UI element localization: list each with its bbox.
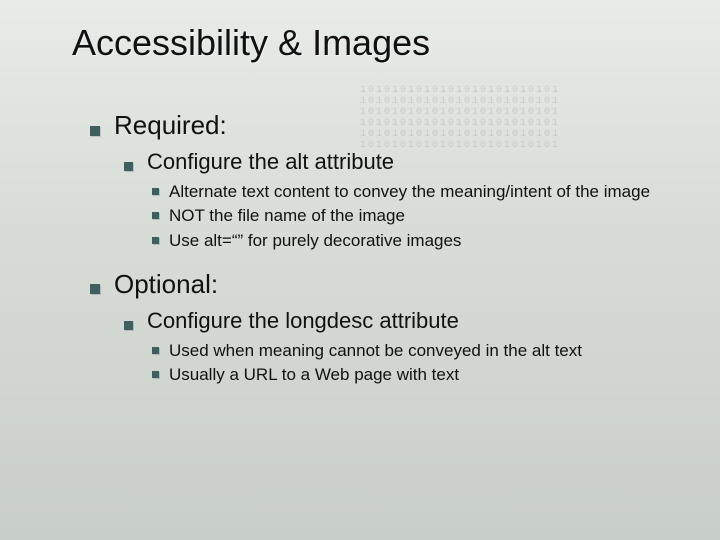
- point-text: Use alt=“” for purely decorative images: [169, 230, 684, 251]
- list-item: NOT the file name of the image: [152, 205, 684, 226]
- subsection-heading: Configure the longdesc attribute: [147, 308, 684, 334]
- list-item: Used when meaning cannot be conveyed in …: [152, 340, 684, 361]
- square-bullet-icon: [152, 237, 159, 244]
- list-item: Use alt=“” for purely decorative images: [152, 230, 684, 251]
- point-text: Used when meaning cannot be conveyed in …: [169, 340, 684, 361]
- subsection: Configure the longdesc attribute Used wh…: [124, 308, 684, 386]
- texture-line: 1010101010101010101010101: [360, 96, 560, 107]
- list-item: Alternate text content to convey the mea…: [152, 181, 684, 202]
- square-bullet-icon: [152, 188, 159, 195]
- point-text: Usually a URL to a Web page with text: [169, 364, 684, 385]
- square-bullet-icon: [152, 212, 159, 219]
- slide-title: Accessibility & Images: [72, 22, 430, 64]
- square-bullet-icon: [124, 321, 133, 330]
- square-bullet-icon: [152, 347, 159, 354]
- section-required: Required: Configure the alt attribute Al…: [90, 110, 684, 251]
- square-bullet-icon: [90, 284, 100, 294]
- square-bullet-icon: [124, 162, 133, 171]
- subsection: Configure the alt attribute Alternate te…: [124, 149, 684, 251]
- section-heading: Required:: [114, 110, 684, 141]
- texture-line: 1010101010101010101010101: [360, 85, 560, 96]
- point-text: NOT the file name of the image: [169, 205, 684, 226]
- subsection-heading: Configure the alt attribute: [147, 149, 684, 175]
- slide: 1010101010101010101010101 10101010101010…: [0, 0, 720, 540]
- slide-content: Required: Configure the alt attribute Al…: [90, 110, 684, 403]
- point-text: Alternate text content to convey the mea…: [169, 181, 684, 202]
- section-heading: Optional:: [114, 269, 684, 300]
- section-optional: Optional: Configure the longdesc attribu…: [90, 269, 684, 386]
- square-bullet-icon: [152, 371, 159, 378]
- square-bullet-icon: [90, 126, 100, 136]
- list-item: Usually a URL to a Web page with text: [152, 364, 684, 385]
